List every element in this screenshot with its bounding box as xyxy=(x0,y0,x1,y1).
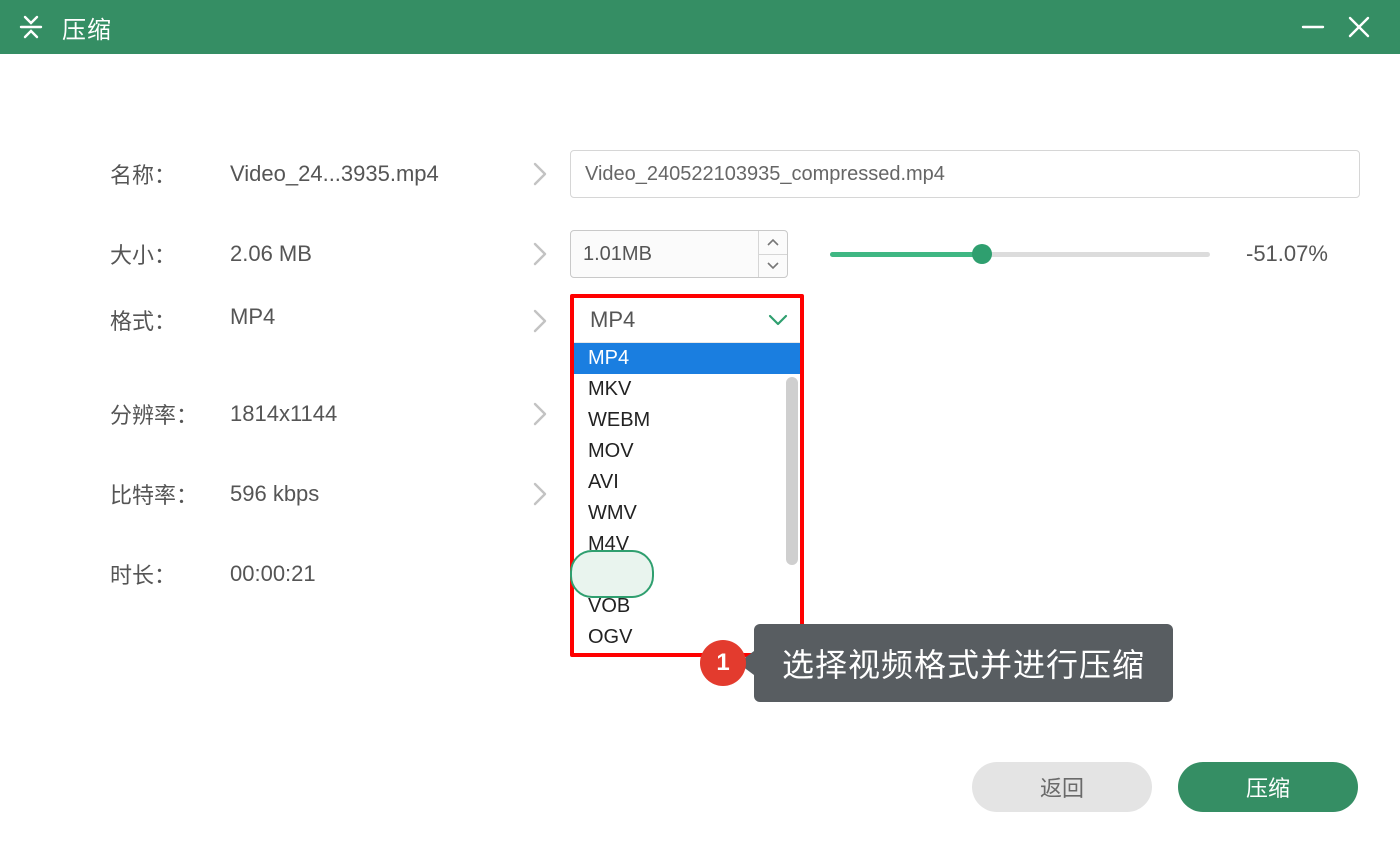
row-format: 格式： MP4 MP4 MP4MKVWEBMMOVAVIWMVM4VASFVOB… xyxy=(110,294,1360,374)
output-name-field[interactable]: Video_240522103935_compressed.mp4 xyxy=(570,150,1360,198)
arrow-icon xyxy=(510,401,570,427)
arrow-icon xyxy=(510,161,570,187)
source-duration: 00:00:21 xyxy=(230,561,510,587)
label-format: 格式： xyxy=(110,294,230,336)
size-slider-fill xyxy=(830,252,982,257)
target-size-spinner[interactable]: 1.01MB xyxy=(570,230,788,278)
compress-app-icon xyxy=(14,10,48,44)
label-size: 大小： xyxy=(110,238,230,270)
size-reduction: -51.07% xyxy=(1246,241,1328,267)
row-name: 名称： Video_24...3935.mp4 Video_2405221039… xyxy=(110,134,1360,214)
size-step-down[interactable] xyxy=(759,255,787,278)
format-selected-value: MP4 xyxy=(590,307,635,333)
format-options-list: MP4MKVWEBMMOVAVIWMVM4VASFVOBOGV xyxy=(574,343,800,653)
window-title: 压缩 xyxy=(62,10,112,45)
size-slider[interactable] xyxy=(830,252,1210,257)
titlebar: 压缩 xyxy=(0,0,1400,54)
compress-button[interactable]: 压缩 xyxy=(1178,762,1358,812)
source-name: Video_24...3935.mp4 xyxy=(230,161,510,187)
back-button-label: 返回 xyxy=(1040,771,1084,803)
output-name-value: Video_240522103935_compressed.mp4 xyxy=(585,163,945,186)
label-duration: 时长： xyxy=(110,558,230,590)
arrow-icon xyxy=(510,481,570,507)
arrow-icon xyxy=(510,294,570,334)
format-option[interactable]: MKV xyxy=(574,374,800,405)
format-option[interactable]: MOV xyxy=(574,436,800,467)
chevron-down-icon xyxy=(768,313,788,327)
format-option[interactable]: WMV xyxy=(574,498,800,529)
footer-actions: 返回 压缩 xyxy=(972,762,1358,812)
label-resolution: 分辨率： xyxy=(110,398,230,430)
format-option[interactable]: WEBM xyxy=(574,405,800,436)
label-bitrate: 比特率： xyxy=(110,478,230,510)
instruction-callout: 1 选择视频格式并进行压缩 xyxy=(700,624,1173,702)
row-size: 大小： 2.06 MB 1.01MB xyxy=(110,214,1360,294)
callout-badge: 1 xyxy=(700,640,746,686)
format-option[interactable]: AVI xyxy=(574,467,800,498)
minimize-button[interactable] xyxy=(1290,0,1336,54)
size-step-up[interactable] xyxy=(759,231,787,255)
callout-text: 选择视频格式并进行压缩 xyxy=(754,624,1173,702)
back-button[interactable]: 返回 xyxy=(972,762,1152,812)
source-bitrate: 596 kbps xyxy=(230,481,510,507)
duration-target-pill[interactable] xyxy=(570,550,654,598)
source-resolution: 1814x1144 xyxy=(230,401,510,427)
source-size: 2.06 MB xyxy=(230,241,510,267)
source-format: MP4 xyxy=(230,294,510,330)
size-slider-thumb[interactable] xyxy=(972,244,992,264)
arrow-icon xyxy=(510,241,570,267)
format-combobox[interactable]: MP4 xyxy=(574,298,800,343)
close-button[interactable] xyxy=(1336,0,1382,54)
content-area: 名称： Video_24...3935.mp4 Video_2405221039… xyxy=(0,54,1400,614)
compress-button-label: 压缩 xyxy=(1246,771,1290,803)
scrollbar-thumb[interactable] xyxy=(786,377,798,565)
label-name: 名称： xyxy=(110,158,230,190)
target-size-value: 1.01MB xyxy=(571,231,758,277)
format-combobox-highlight: MP4 MP4MKVWEBMMOVAVIWMVM4VASFVOBOGV xyxy=(570,294,804,657)
format-option[interactable]: MP4 xyxy=(574,343,800,374)
